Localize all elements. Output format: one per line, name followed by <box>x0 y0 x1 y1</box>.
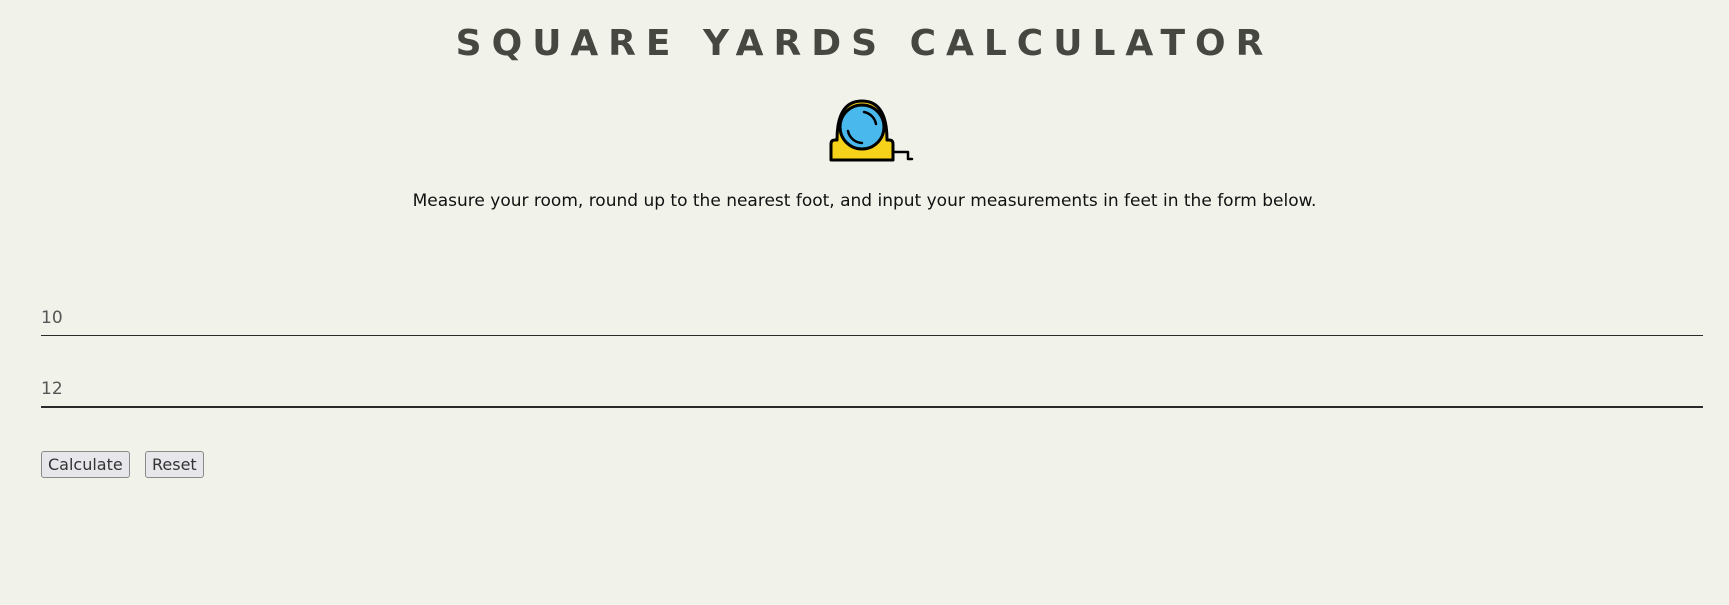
length-input[interactable] <box>41 301 1703 336</box>
instructions-text: Measure your room, round up to the neare… <box>412 191 1317 211</box>
reset-button[interactable]: Reset <box>145 451 204 478</box>
calculate-button[interactable]: Calculate <box>41 451 130 478</box>
width-input[interactable] <box>41 372 1703 408</box>
calculator-page: SQUARE YARDS CALCULATOR Measure your roo… <box>0 0 1729 605</box>
tape-measure-icon <box>828 96 916 166</box>
page-title: SQUARE YARDS CALCULATOR <box>455 23 1274 64</box>
